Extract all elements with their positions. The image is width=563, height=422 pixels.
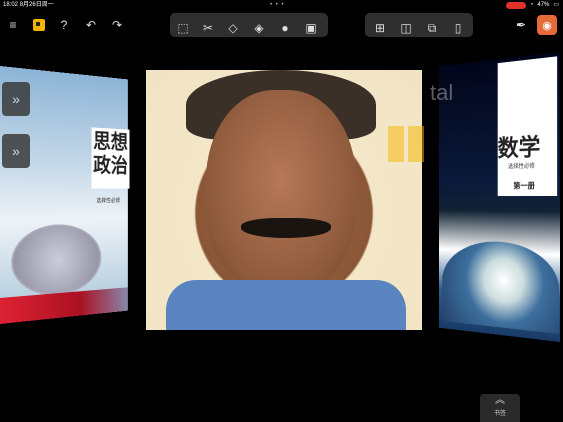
status-right: ◔ 47% ▭: [505, 0, 559, 10]
watermark-text: tal: [430, 80, 454, 105]
chevron-up-icon: ︽: [495, 395, 505, 406]
circle-icon[interactable]: ●: [274, 17, 296, 39]
draw-tools-group: ⬚ ✂ ◇ ◈ ● ▣: [170, 13, 328, 37]
eraser-icon[interactable]: ◇: [222, 17, 244, 39]
earth-image: [442, 239, 560, 334]
globe-sculpture-image: [11, 223, 102, 300]
portrait-photo: [146, 70, 422, 330]
battery-text: 47%: [537, 2, 550, 8]
split-icon[interactable]: ◫: [395, 17, 417, 39]
bookmarks-label: 书签: [493, 411, 506, 417]
page-tools-group: ⊞ ◫ ⧉ ▯: [365, 13, 473, 37]
expand-left-button-2[interactable]: »: [2, 134, 30, 168]
undo-icon[interactable]: ↶: [80, 14, 102, 36]
book-cover-math[interactable]: 数学 选择性必修 第一册: [439, 52, 560, 342]
math-subtitle: 选择性必修: [508, 163, 535, 171]
redo-icon[interactable]: ↷: [106, 14, 128, 36]
camera-icon[interactable]: ◉: [536, 14, 558, 36]
menu-icon[interactable]: ≡: [2, 14, 24, 36]
rotate-icon[interactable]: ⧉: [421, 17, 443, 39]
status-bar: 18:02 8月26日周一 • • • ◔ 47% ▭: [0, 0, 563, 10]
mustache-shape: [241, 218, 331, 238]
help-icon[interactable]: ?: [53, 14, 75, 36]
math-volume: 第一册: [513, 181, 535, 191]
select-icon[interactable]: ⬚: [172, 17, 194, 39]
watermark-logo-icon: [388, 126, 424, 162]
cut-icon[interactable]: ✂: [197, 17, 219, 39]
image-icon[interactable]: ▣: [300, 17, 322, 39]
toolbar: ≡ ? ↶ ↷ ⬚ ✂ ◇ ◈ ● ▣ ⊞ ◫ ⧉ ▯ ✒ ◉: [0, 10, 563, 40]
politics-title: 思想政治: [91, 127, 130, 189]
status-dots: • • •: [270, 2, 285, 8]
status-time: 18:02 8月26日周一: [3, 2, 54, 8]
expand-left-button-1[interactable]: »: [2, 82, 30, 116]
book-carousel[interactable]: 思想政治 选择性必修 数学 选择性必修 第一册 tal » »: [0, 40, 563, 342]
face-shape: [206, 90, 356, 290]
wifi-icon: ◔: [529, 2, 534, 8]
battery-icon: ▭: [553, 2, 559, 8]
math-title: 数学: [497, 132, 541, 162]
fill-icon[interactable]: ◈: [248, 17, 270, 39]
bookmarks-button[interactable]: ︽ 书签: [480, 394, 520, 422]
crowd-image: [0, 287, 128, 324]
insert-page-icon[interactable]: ⊞: [369, 17, 391, 39]
app-logo-icon[interactable]: [28, 14, 50, 36]
politics-subtitle: 选择性必修: [96, 198, 121, 205]
record-indicator: [505, 1, 526, 9]
math-title-panel: [497, 56, 558, 197]
tablet-icon[interactable]: ▯: [447, 17, 469, 39]
pen-icon[interactable]: ✒: [510, 14, 532, 36]
shirt-shape: [166, 280, 406, 330]
